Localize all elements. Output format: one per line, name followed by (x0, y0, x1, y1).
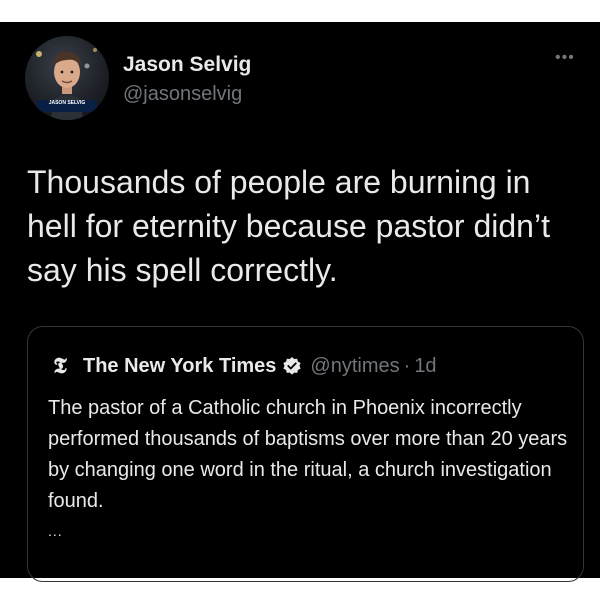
quoted-tweet-timestamp[interactable]: 1d (414, 355, 436, 378)
verified-badge-icon (282, 356, 302, 376)
tweet-container: JASON SELVIG Jason Selvig @jasonselvig •… (0, 22, 600, 582)
more-options-icon[interactable]: ••• (555, 50, 581, 66)
quoted-tweet-card[interactable]: 𝕿 The New York Times @nytimes · 1d The p… (27, 326, 584, 582)
tweet-text: Thousands of people are burning in hell … (27, 164, 550, 288)
nyt-logo-icon: 𝕿 (53, 353, 67, 379)
avatar-caption: JASON SELVIG (37, 100, 97, 112)
separator-dot: · (403, 354, 411, 377)
quoted-tweet-header: 𝕿 The New York Times @nytimes · 1d (48, 353, 436, 379)
quoted-tweet-truncation: ... (48, 523, 63, 539)
author-display-name[interactable]: Jason Selvig (123, 53, 251, 77)
author-handle[interactable]: @jasonselvig (123, 83, 242, 106)
quoted-author-name[interactable]: The New York Times (83, 355, 276, 378)
quoted-author-handle[interactable]: @nytimes (310, 355, 399, 378)
avatar[interactable]: JASON SELVIG (25, 36, 109, 120)
quoted-tweet-text: The pastor of a Catholic church in Phoen… (48, 397, 568, 512)
